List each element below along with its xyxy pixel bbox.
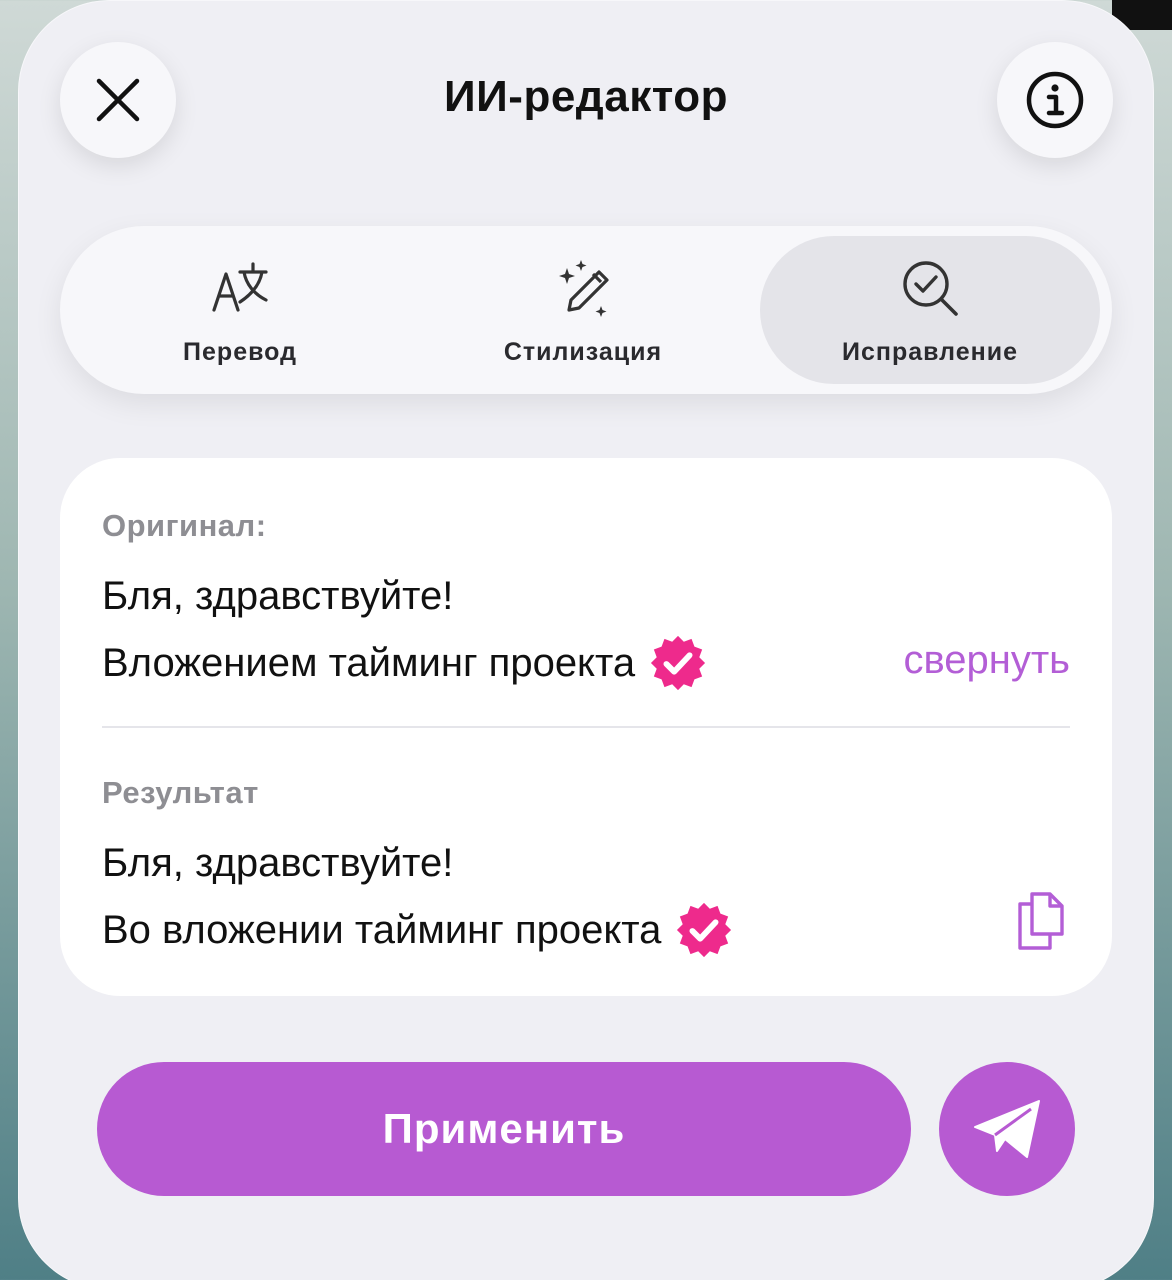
send-icon xyxy=(974,1100,1040,1158)
tab-label: Стилизация xyxy=(503,338,663,366)
mode-tabs: Перевод Стилизация Исправление xyxy=(60,226,1112,394)
original-text-line-2: Вложением тайминг проекта xyxy=(102,640,636,685)
tab-fix[interactable]: Исправление xyxy=(760,236,1100,384)
copy-icon[interactable] xyxy=(1014,890,1070,952)
divider xyxy=(102,726,1070,728)
verified-badge-icon xyxy=(677,902,732,958)
collapse-link[interactable]: свернуть xyxy=(903,638,1070,683)
result-text-line-2: Во вложении тайминг проекта xyxy=(102,907,662,952)
result-text-line-1: Бля, здравствуйте! xyxy=(102,841,454,885)
tab-stylize[interactable]: Стилизация xyxy=(413,236,753,384)
original-line-2: Вложением тайминг проекта xyxy=(102,634,707,692)
original-label: Оригинал: xyxy=(102,508,267,543)
magic-pencil-icon xyxy=(559,260,609,317)
original-line-1: Бля, здравствуйте! xyxy=(102,574,453,619)
original-text-line-1: Бля, здравствуйте! xyxy=(102,574,454,618)
result-line-2: Во вложении тайминг проекта xyxy=(102,901,733,959)
page-title: ИИ-редактор xyxy=(444,72,728,121)
translate-icon xyxy=(212,262,268,312)
result-line-1: Бля, здравствуйте! xyxy=(102,841,453,886)
text-comparison-card: Оригинал: Бля, здравствуйте! Вложением т… xyxy=(60,458,1112,996)
send-button[interactable] xyxy=(939,1062,1075,1196)
apply-button[interactable]: Применить xyxy=(97,1062,911,1196)
info-icon xyxy=(1026,71,1084,129)
result-label: Результат xyxy=(102,775,259,810)
verified-badge-icon xyxy=(651,635,706,691)
tab-translate[interactable]: Перевод xyxy=(70,236,410,384)
ai-editor-sheet: ИИ-редактор Перевод Стилизация Исправлен… xyxy=(18,0,1154,1280)
tab-label: Исправление xyxy=(841,338,1018,366)
search-check-icon xyxy=(903,261,958,316)
tab-label: Перевод xyxy=(183,338,297,366)
info-button[interactable] xyxy=(997,42,1113,158)
